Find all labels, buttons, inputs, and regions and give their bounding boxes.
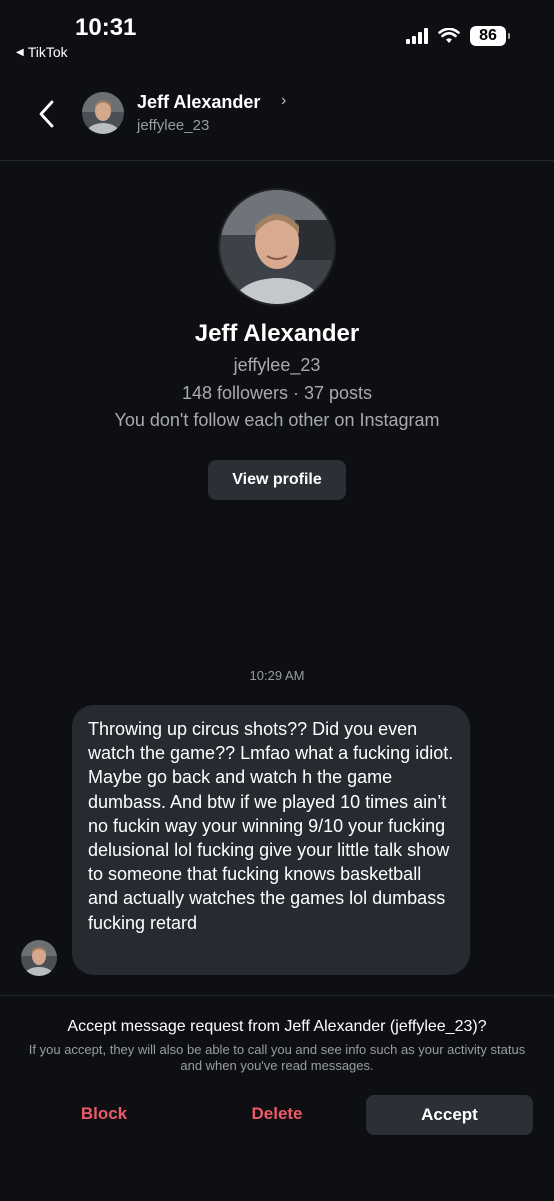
request-subtitle: If you accept, they will also be able to… bbox=[28, 1042, 526, 1073]
signal-icon bbox=[406, 28, 428, 44]
back-triangle-icon: ◀ bbox=[16, 46, 24, 58]
view-profile-button[interactable]: View profile bbox=[208, 460, 346, 500]
chevron-right-icon[interactable]: › bbox=[281, 92, 286, 110]
follow-status: You don't follow each other on Instagram bbox=[114, 410, 440, 430]
status-time: 10:31 bbox=[75, 14, 137, 41]
chat-header: Jeff Alexander › jeffylee_23 bbox=[0, 80, 554, 161]
profile-name: Jeff Alexander bbox=[194, 320, 360, 347]
status-icons: 86 bbox=[406, 26, 510, 46]
delete-button[interactable]: Delete bbox=[217, 1094, 337, 1134]
profile-username: jeffylee_23 bbox=[233, 355, 321, 375]
message-bubble[interactable]: Throwing up circus shots?? Did you even … bbox=[72, 705, 470, 975]
sender-avatar[interactable] bbox=[21, 940, 57, 976]
back-chevron-icon[interactable] bbox=[34, 96, 62, 132]
block-button[interactable]: Block bbox=[44, 1094, 164, 1134]
request-title: Accept message request from Jeff Alexand… bbox=[67, 1018, 487, 1035]
battery-icon: 86 bbox=[470, 26, 510, 46]
back-app-label: TikTok bbox=[27, 44, 68, 60]
header-username: jeffylee_23 bbox=[137, 117, 210, 134]
header-avatar[interactable] bbox=[82, 92, 124, 134]
message-request-panel: Accept message request from Jeff Alexand… bbox=[0, 995, 554, 1201]
header-name[interactable]: Jeff Alexander bbox=[137, 92, 260, 113]
accept-button[interactable]: Accept bbox=[366, 1095, 533, 1135]
profile-avatar[interactable] bbox=[218, 188, 336, 306]
wifi-icon bbox=[438, 28, 460, 43]
message-timestamp: 10:29 AM bbox=[249, 668, 305, 683]
back-to-app-link[interactable]: ◀ TikTok bbox=[16, 44, 68, 60]
profile-stats: 148 followers · 37 posts bbox=[181, 383, 373, 403]
